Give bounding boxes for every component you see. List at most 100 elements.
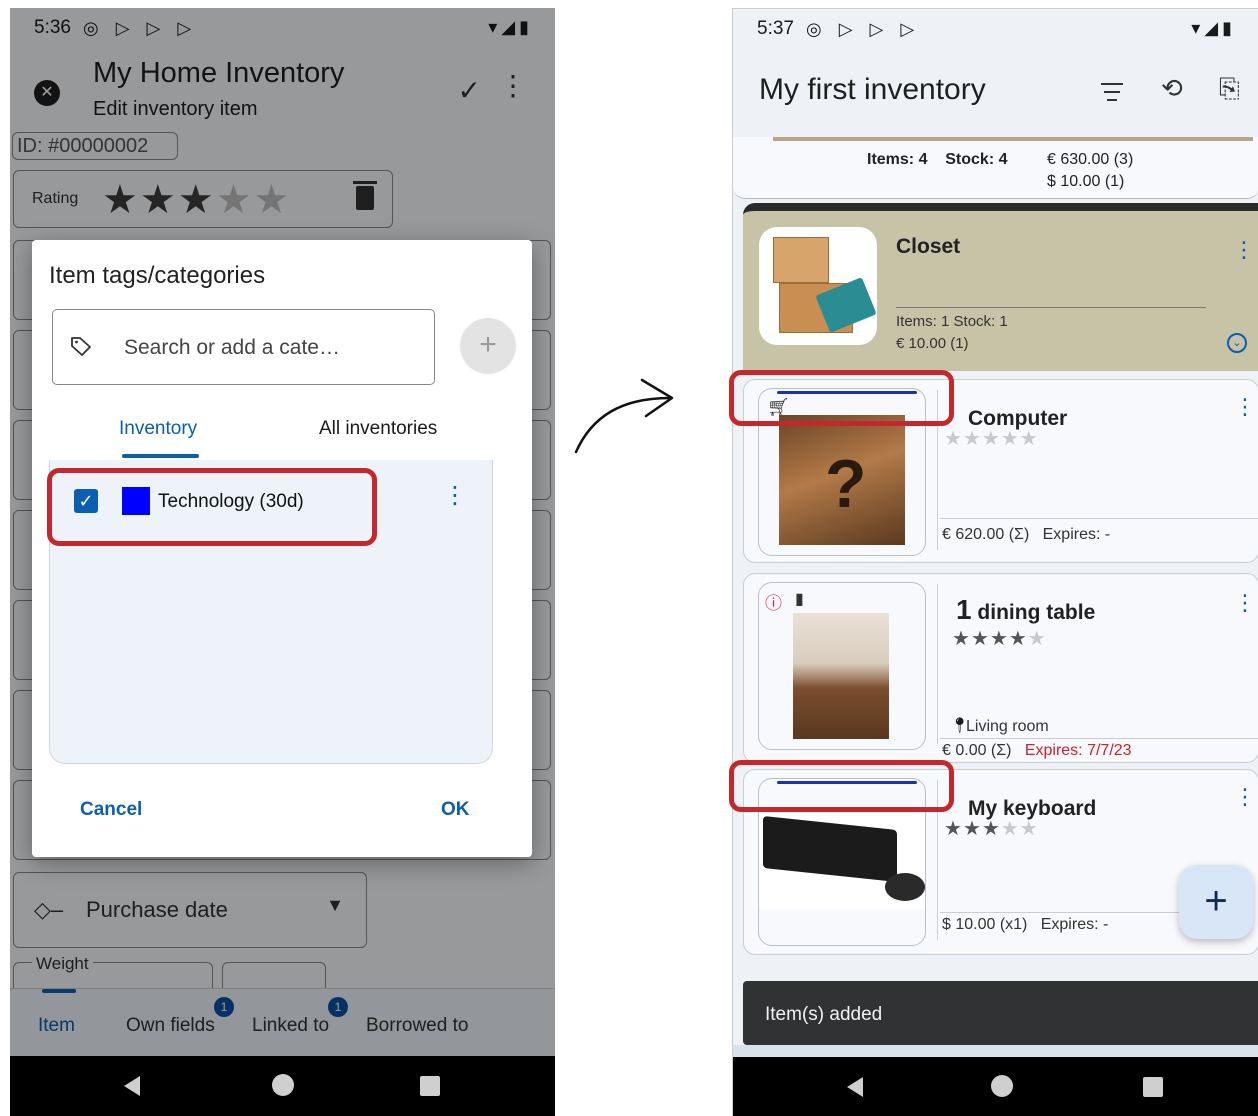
item-price: € 620.00 (Σ) <box>942 526 1030 543</box>
page-title: My first inventory <box>759 73 986 106</box>
signal-battery-icon: ▾◢▮ <box>1191 18 1236 38</box>
status-bar: 5:37 ◎ ▷ ▷ ▷ ▾◢▮ <box>733 9 1258 49</box>
item-name-text: dining table <box>977 601 1096 624</box>
category-search-input[interactable]: Search or add a cate… <box>52 309 435 385</box>
tags-dialog: Item tags/categories Search or add a cat… <box>32 240 532 857</box>
highlight-box <box>47 468 377 546</box>
filter-icon[interactable] <box>1101 83 1123 101</box>
notification-icons: ◎ ▷ ▷ ▷ <box>805 18 921 39</box>
divider <box>940 518 1258 519</box>
item-image <box>759 813 925 909</box>
divider <box>940 912 1180 913</box>
closet-price: € 10.00 (1) <box>896 335 969 352</box>
recents-icon[interactable] <box>1143 1077 1163 1097</box>
tab-underline <box>122 454 199 458</box>
add-category-button[interactable]: + <box>460 318 516 374</box>
system-nav-bar <box>10 1056 555 1116</box>
highlight-box <box>729 370 954 426</box>
item-location: Living room <box>966 718 1049 735</box>
item-card-dining-table[interactable]: ⓘ ▮ 1 dining table ★★★★★ 📍︎ Living room … <box>743 573 1258 763</box>
item-price: $ 10.00 (x1) <box>942 916 1028 933</box>
item-qty: 1 <box>956 594 972 625</box>
status-time: 5:37 <box>757 18 794 39</box>
item-price-line: € 0.00 (Σ) Expires: 7/7/23 <box>942 742 1132 760</box>
back-icon[interactable] <box>847 1077 863 1097</box>
question-mark-icon: ? <box>825 446 867 522</box>
add-item-fab[interactable]: + <box>1179 865 1253 939</box>
tab-inventory[interactable]: Inventory <box>119 418 197 440</box>
star-empty-icon: ★ <box>1019 818 1039 840</box>
right-phone-screen: 5:37 ◎ ▷ ▷ ▷ ▾◢▮ My first inventory ⟲ ⎘ … <box>732 8 1258 1116</box>
item-expires: Expires: 7/7/23 <box>1024 742 1132 759</box>
export-icon[interactable]: ⎘ <box>1219 73 1240 105</box>
item-rating: ★★★★★ <box>952 626 1047 651</box>
item-menu-icon[interactable]: ⋮ <box>1234 592 1256 614</box>
recents-icon[interactable] <box>420 1076 440 1096</box>
summary-currency-usd: $ 10.00 (1) <box>1047 173 1125 190</box>
box-shape <box>773 237 829 283</box>
ok-button[interactable]: OK <box>441 799 470 821</box>
item-price: € 0.00 (Σ) <box>942 742 1012 759</box>
closet-stats: Items: 1 Stock: 1 <box>896 313 1008 330</box>
highlight-box <box>729 760 954 812</box>
items-count: Items: 4 <box>867 151 928 168</box>
keyboard-shape <box>763 815 897 883</box>
summary-image-strip <box>773 137 1253 141</box>
tab-all-inventories[interactable]: All inventories <box>319 418 437 440</box>
item-expires: Expires: - <box>1040 916 1109 933</box>
item-expires: Expires: - <box>1042 526 1111 543</box>
divider <box>940 738 1258 739</box>
star-empty-icon: ★ <box>962 428 982 450</box>
star-filled-icon: ★ <box>981 818 1001 840</box>
inventory-summary-card[interactable]: Items: 4 Stock: 4 € 630.00 (3) $ 10.00 (… <box>733 137 1258 199</box>
item-rating: ★★★★★ <box>944 816 1039 841</box>
item-price-line: $ 10.00 (x1) Expires: - <box>942 916 1108 934</box>
divider <box>896 307 1206 308</box>
home-icon[interactable] <box>272 1074 294 1096</box>
tag-menu-icon[interactable]: ⋮ <box>443 484 467 508</box>
star-filled-icon: ★ <box>944 818 963 840</box>
settings-history-icon[interactable]: ⟲ <box>1161 73 1183 104</box>
mouse-shape <box>885 873 925 901</box>
divider <box>937 584 938 744</box>
stock-count: Stock: 4 <box>945 151 1008 168</box>
item-menu-icon[interactable]: ⋮ <box>1234 786 1256 808</box>
app-bar: My first inventory ⟲ ⎘ <box>733 49 1258 137</box>
system-nav-bar <box>733 1057 1258 1116</box>
alert-icon: ⓘ <box>765 594 782 613</box>
closet-image <box>759 227 877 345</box>
star-filled-icon: ★ <box>962 818 982 840</box>
search-placeholder: Search or add a cate… <box>124 336 340 359</box>
star-empty-icon: ★ <box>1027 628 1047 650</box>
star-empty-icon: ★ <box>1000 818 1020 840</box>
cancel-button[interactable]: Cancel <box>80 799 142 821</box>
item-price-line: € 620.00 (Σ) Expires: - <box>942 526 1110 544</box>
dialog-title: Item tags/categories <box>49 262 266 289</box>
item-menu-icon[interactable]: ⋮ <box>1234 396 1256 418</box>
snackbar: Item(s) added <box>743 981 1258 1045</box>
item-rating: ★★★★★ <box>944 426 1039 451</box>
bottom-tabs-hidden <box>733 1045 1258 1057</box>
transition-arrow-icon <box>574 378 674 454</box>
item-image <box>793 613 889 739</box>
summary-items: Items: 4 Stock: 4 <box>867 151 1008 169</box>
closet-menu-icon[interactable]: ⋮ <box>1233 239 1255 261</box>
bookmark-icon: ▮ <box>795 591 804 608</box>
left-phone-screen: 5:36 ◎ ▷ ▷ ▷ ▾◢▮ ✕ My Home Inventory Edi… <box>10 8 555 1116</box>
item-image: ? <box>779 415 905 545</box>
home-icon[interactable] <box>991 1075 1013 1097</box>
star-filled-icon: ★ <box>970 628 990 650</box>
snackbar-text: Item(s) added <box>765 1004 883 1025</box>
star-empty-icon: ★ <box>1019 428 1039 450</box>
closet-location-card[interactable]: Closet Items: 1 Stock: 1 € 10.00 (1) ⋮ ⌄ <box>743 203 1258 371</box>
summary-currency-eur: € 630.00 (3) <box>1047 151 1134 168</box>
star-filled-icon: ★ <box>952 628 971 650</box>
expand-chevron-icon[interactable]: ⌄ <box>1227 333 1247 353</box>
item-image-frame: ⓘ ▮ <box>758 582 926 750</box>
star-empty-icon: ★ <box>1000 428 1020 450</box>
back-icon[interactable] <box>124 1076 140 1096</box>
star-filled-icon: ★ <box>989 628 1009 650</box>
closet-name: Closet <box>896 235 961 258</box>
star-empty-icon: ★ <box>944 428 963 450</box>
tag-icon <box>71 337 91 356</box>
